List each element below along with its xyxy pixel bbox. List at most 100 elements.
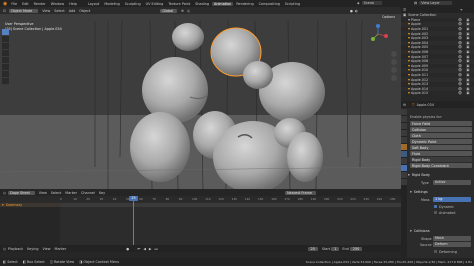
menu-window[interactable]: Window: [51, 2, 64, 6]
dynamic-paint-button[interactable]: Dynamic Paint: [410, 139, 472, 144]
summary-track[interactable]: [60, 203, 401, 207]
proportional-edit-icon[interactable]: ◎: [187, 9, 190, 13]
visibility-toggle-icon[interactable]: 👁 ▣: [458, 27, 471, 31]
visibility-toggle-icon[interactable]: 👁 ▣: [458, 45, 471, 49]
visibility-toggle-icon[interactable]: 👁 ▣: [458, 64, 471, 68]
shading-material-icon[interactable]: ◐: [355, 9, 358, 13]
visibility-toggle-icon[interactable]: 👁 ▣: [458, 32, 471, 36]
tab-physics-icon[interactable]: [401, 165, 407, 171]
tl-menu-channel[interactable]: Channel: [81, 191, 95, 195]
visibility-toggle-icon[interactable]: 👁 ▣: [458, 18, 471, 22]
tab-layout[interactable]: Layout: [86, 2, 102, 6]
tab-rendering[interactable]: Rendering: [234, 2, 255, 6]
properties-editor-icon[interactable]: ⚙: [403, 103, 406, 107]
settings-panel-header[interactable]: ▾ Settings: [410, 190, 428, 194]
tab-output-icon[interactable]: [401, 123, 407, 129]
tl-menu-view[interactable]: View: [39, 191, 47, 195]
tab-scripting[interactable]: Scripting: [283, 2, 302, 6]
play-icon[interactable]: ▶: [149, 247, 152, 251]
outliner-filter-icon[interactable]: ⏷: [460, 8, 463, 12]
move-tool-icon[interactable]: [2, 43, 9, 50]
view-layer-selector[interactable]: ▤ View Layer: [414, 1, 452, 5]
outliner-editor-icon[interactable]: ☰: [403, 8, 406, 12]
navigation-gizmo[interactable]: [367, 23, 389, 45]
collisions-panel-header[interactable]: ▾ Collisions: [410, 229, 430, 233]
visibility-toggle-icon[interactable]: 👁 ▣: [458, 91, 471, 95]
record-icon[interactable]: ●: [126, 247, 129, 251]
dope-sheet[interactable]: ◷ Dope Sheet View Select Marker Channel …: [0, 189, 401, 252]
play-reverse-icon[interactable]: ◀: [143, 247, 146, 251]
tab-constraints-icon[interactable]: [401, 172, 407, 178]
visibility-toggle-icon[interactable]: 👁 ▣: [458, 22, 471, 26]
tab-animation[interactable]: Animation: [212, 1, 234, 6]
visibility-toggle-icon[interactable]: 👁 ▣: [458, 59, 471, 63]
rigid-body-constraint-button[interactable]: Rigid Body Constraint: [410, 163, 472, 168]
tab-particles-icon[interactable]: [401, 158, 407, 164]
transform-orientation-dropdown[interactable]: Global: [160, 8, 178, 13]
current-frame-field[interactable]: 25: [307, 246, 318, 251]
perspective-toggle-icon[interactable]: [391, 75, 397, 81]
visibility-toggle-icon[interactable]: 👁 ▣: [458, 68, 471, 72]
zoom-icon[interactable]: [391, 51, 397, 57]
rigid-body-button[interactable]: Rigid Body: [410, 157, 472, 162]
camera-view-icon[interactable]: [391, 67, 397, 73]
snap-icon[interactable]: ⊕: [181, 9, 184, 13]
cloth-button[interactable]: Cloth: [410, 133, 472, 138]
tl-menu-select[interactable]: Select: [51, 191, 61, 195]
tab-compositing[interactable]: Compositing: [257, 2, 282, 6]
jump-start-icon[interactable]: ⏮: [137, 247, 140, 251]
menu-view[interactable]: View: [42, 9, 50, 13]
soft-body-button[interactable]: Soft Body: [410, 145, 472, 150]
frame-ruler[interactable]: 0 10 20 30 40 50 60 70 80 90 100 110 120 130 140 150 160…: [0, 196, 401, 202]
dope-sheet-icon[interactable]: ◷: [3, 191, 6, 195]
properties-editor[interactable]: ⚙ ▽ Apple.034 Enable physics for: Force …: [401, 101, 474, 258]
menu-help[interactable]: Help: [69, 2, 77, 6]
tab-uv-editing[interactable]: UV Editing: [144, 2, 166, 6]
tab-data-icon[interactable]: [401, 179, 407, 185]
visibility-toggle-icon[interactable]: 👁 ▣: [458, 73, 471, 77]
start-frame-field[interactable]: 1: [331, 246, 340, 251]
editor-mode-dropdown[interactable]: Dope Sheet: [7, 190, 35, 195]
scale-tool-icon[interactable]: [2, 57, 9, 64]
animated-checkbox[interactable]: [434, 211, 437, 214]
tl-menu-marker[interactable]: Marker: [65, 191, 77, 195]
tab-modifiers-icon[interactable]: [401, 151, 407, 157]
visibility-toggle-icon[interactable]: 👁 ▣: [458, 87, 471, 91]
transform-tool-icon[interactable]: [2, 64, 9, 71]
pan-icon[interactable]: [391, 59, 397, 65]
cursor-tool-icon[interactable]: [2, 36, 9, 43]
tab-tool-icon[interactable]: [401, 109, 407, 115]
tab-render-icon[interactable]: [401, 116, 407, 122]
fluid-button[interactable]: Fluid: [410, 151, 472, 156]
visibility-toggle-icon[interactable]: 👁 ▣: [458, 41, 471, 45]
force-field-button[interactable]: Force Field: [410, 121, 472, 126]
editor-type-icon[interactable]: ⊡: [3, 9, 6, 13]
visibility-toggle-icon[interactable]: 👁 ▣: [458, 82, 471, 86]
tab-modeling[interactable]: Modeling: [102, 2, 121, 6]
deforming-checkbox[interactable]: [434, 250, 437, 253]
collision-button[interactable]: Collision: [410, 127, 472, 132]
outliner-item[interactable]: Apple.015 👁 ▣: [401, 91, 474, 96]
menu-select[interactable]: Select: [54, 9, 64, 13]
visibility-toggle-icon[interactable]: 👁 ▣: [458, 78, 471, 82]
menu-object[interactable]: Object: [79, 9, 90, 13]
jump-end-icon[interactable]: ⏭: [155, 247, 158, 251]
tab-sculpting[interactable]: Sculpting: [123, 2, 143, 6]
visibility-toggle-icon[interactable]: 👁 ▣: [458, 50, 471, 54]
menu-add[interactable]: Add: [69, 9, 76, 13]
keying-menu[interactable]: Keying: [27, 247, 38, 251]
3d-viewport[interactable]: ⊡ Object Mode View Select Add Object Glo…: [0, 7, 401, 189]
tab-texture-paint[interactable]: Texture Paint: [166, 2, 192, 6]
shading-solid-icon[interactable]: ●: [350, 9, 353, 13]
snapping-dropdown[interactable]: Nearest Frame: [285, 190, 316, 195]
options-dropdown[interactable]: Options: [380, 15, 398, 19]
menu-render[interactable]: Render: [34, 2, 46, 6]
menu-edit[interactable]: Edit: [22, 2, 29, 6]
blender-logo-icon[interactable]: ◉: [3, 1, 7, 7]
scene-selector[interactable]: ◈ Scene: [357, 1, 382, 5]
outliner[interactable]: ☰ ⏷ ▣ Scene Collection Plane 👁 ▣ Apple 👁 ▣ A…: [401, 7, 474, 101]
visibility-toggle-icon[interactable]: 👁 ▣: [458, 36, 471, 40]
select-box-tool-icon[interactable]: [2, 29, 9, 36]
measure-tool-icon[interactable]: [2, 78, 9, 85]
playhead-frame-badge[interactable]: 25: [129, 196, 138, 201]
